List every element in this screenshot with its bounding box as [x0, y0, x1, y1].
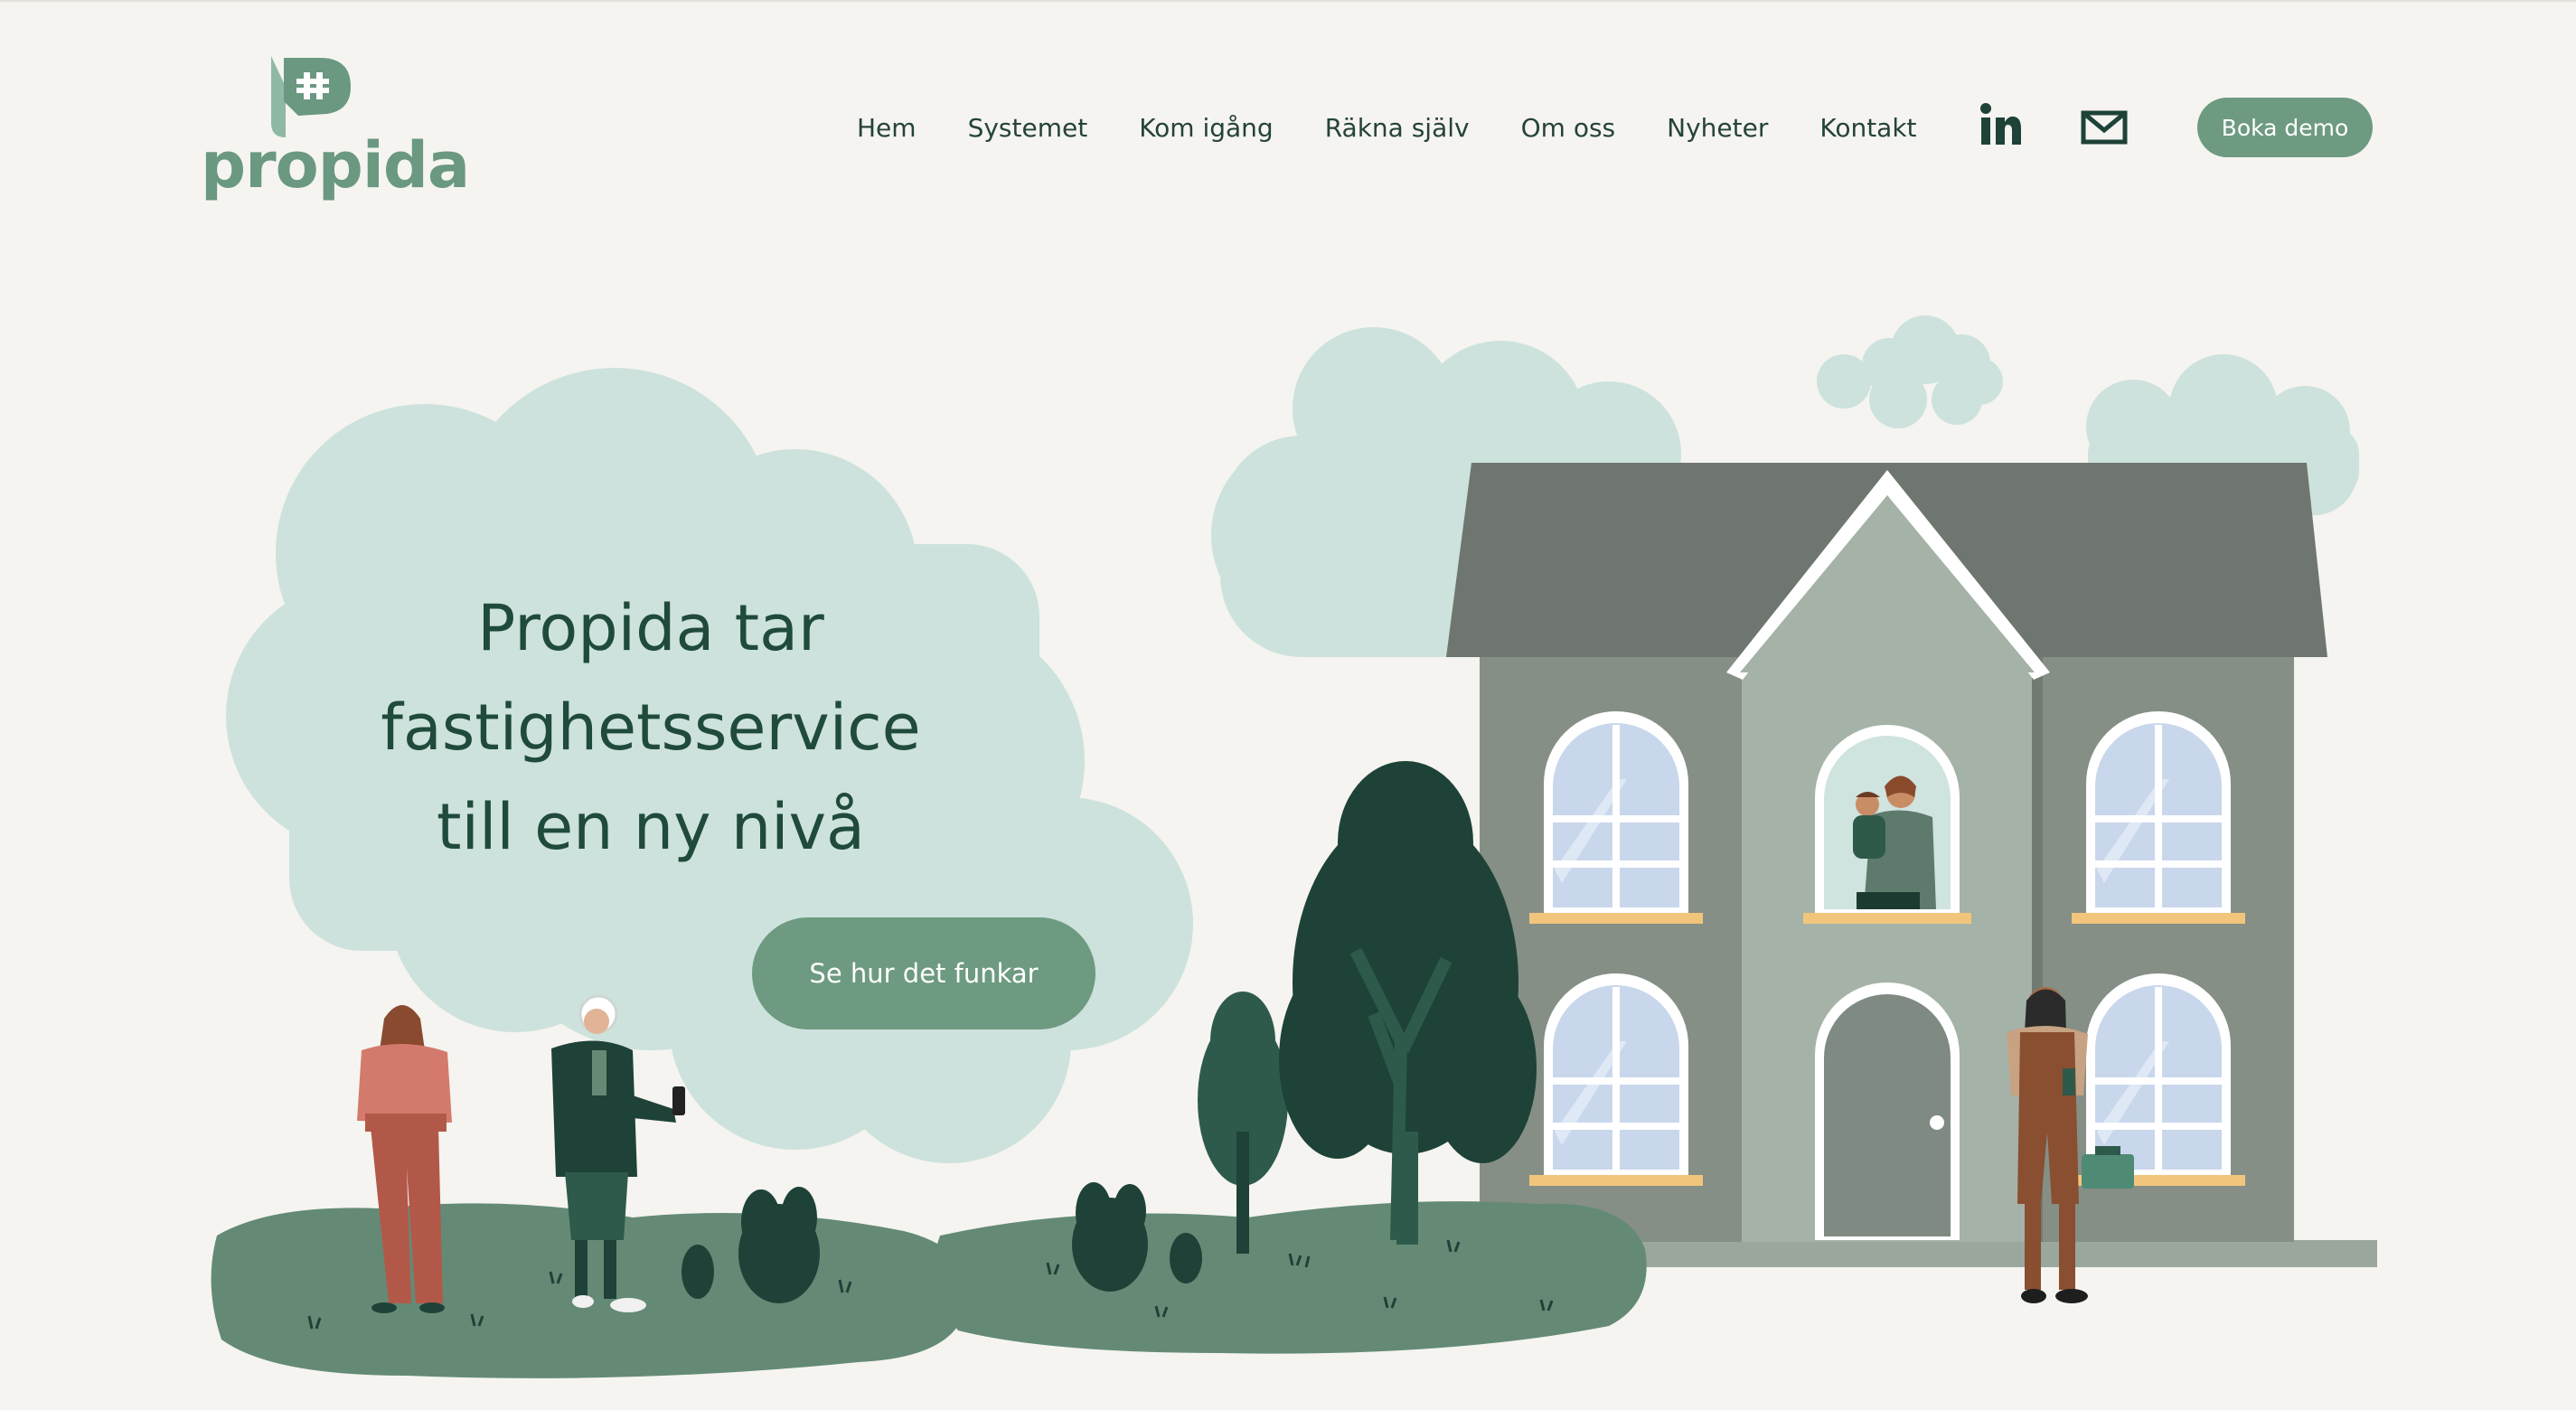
see-how-it-works-button[interactable]: Se hur det funkar: [752, 917, 1095, 1029]
mail-icon[interactable]: [2081, 110, 2128, 145]
nav-item-rakna-sjalv[interactable]: Räkna själv: [1325, 113, 1470, 143]
hero-title-line: Propida tar: [477, 591, 824, 665]
hero-title: Propida tar fastighetsservice till en ny…: [307, 578, 994, 877]
ground-right: [934, 1201, 1647, 1354]
nav-item-hem[interactable]: Hem: [857, 113, 917, 143]
hero-title-line: till en ny nivå: [437, 790, 865, 864]
nav-item-om-oss[interactable]: Om oss: [1521, 113, 1616, 143]
nav-item-nyheter[interactable]: Nyheter: [1667, 113, 1768, 143]
house: [1446, 463, 2377, 1267]
brand-wordmark: propida: [201, 128, 470, 202]
hero-title-line: fastighetsservice: [381, 691, 921, 765]
page: propida Hem Systemet Kom igång Räkna sjä…: [0, 0, 2576, 1410]
nav-item-kom-igang[interactable]: Kom igång: [1139, 113, 1274, 143]
house-door: [1815, 982, 1960, 1240]
brand-logo[interactable]: propida: [201, 51, 470, 213]
main-nav: Hem Systemet Kom igång Räkna själv Om os…: [857, 108, 1917, 147]
cloud-small-top: [1817, 315, 2003, 428]
book-demo-button[interactable]: Boka demo: [2197, 98, 2373, 157]
logo-house-icon: [271, 56, 351, 137]
linkedin-icon[interactable]: [1979, 103, 2021, 146]
nav-item-systemet[interactable]: Systemet: [968, 113, 1088, 143]
nav-item-kontakt[interactable]: Kontakt: [1819, 113, 1916, 143]
